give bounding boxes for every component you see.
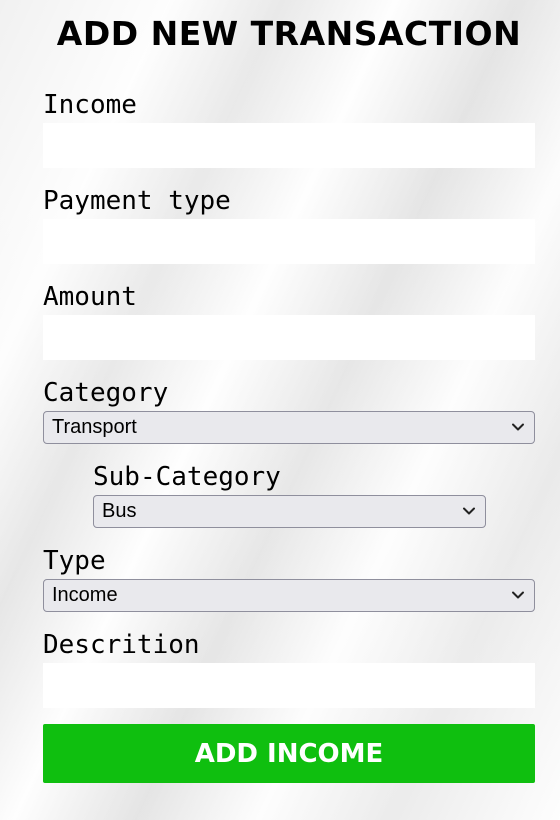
description-label: Descrition xyxy=(43,630,200,660)
type-select[interactable]: Income xyxy=(43,579,535,612)
description-input[interactable] xyxy=(43,663,535,708)
sub-category-select[interactable]: Bus xyxy=(93,495,486,528)
payment-type-label: Payment type xyxy=(43,186,231,216)
type-label: Type xyxy=(43,546,106,576)
chevron-down-icon xyxy=(512,591,524,599)
page-title: ADD NEW TRANSACTION xyxy=(56,14,522,53)
add-income-button[interactable]: ADD INCOME xyxy=(43,724,535,783)
category-label: Category xyxy=(43,378,169,408)
sub-category-label: Sub-Category xyxy=(93,462,281,492)
amount-label: Amount xyxy=(43,282,137,312)
category-selected-value: Transport xyxy=(52,416,137,438)
income-label: Income xyxy=(43,90,137,120)
chevron-down-icon xyxy=(463,507,475,515)
chevron-down-icon xyxy=(512,423,524,431)
income-input[interactable] xyxy=(43,123,535,168)
payment-type-input[interactable] xyxy=(43,219,535,264)
amount-input[interactable] xyxy=(43,315,535,360)
category-select[interactable]: Transport xyxy=(43,411,535,444)
type-selected-value: Income xyxy=(52,584,118,606)
sub-category-selected-value: Bus xyxy=(102,500,137,522)
